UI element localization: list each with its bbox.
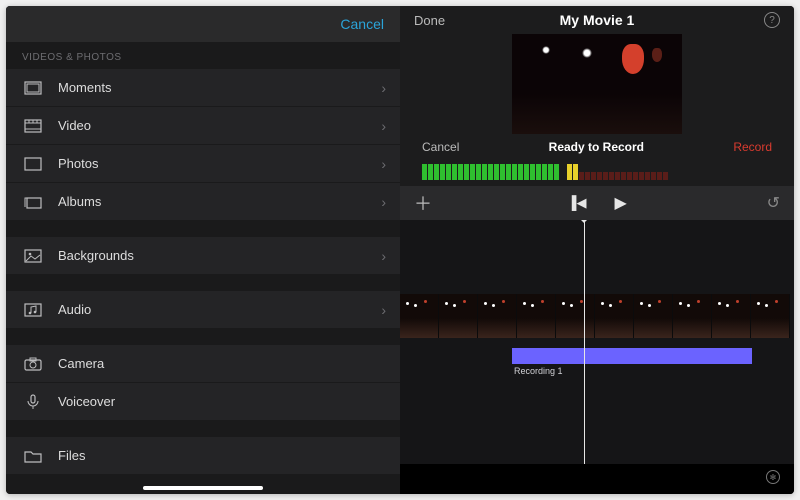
chevron-right-icon: › xyxy=(381,248,386,264)
menu-label: Files xyxy=(58,448,85,463)
chevron-right-icon: › xyxy=(381,118,386,134)
section-header-videos-photos: VIDEOS & PHOTOS xyxy=(6,42,400,69)
clip-thumbnail[interactable] xyxy=(673,294,712,338)
app-frame: Cancel VIDEOS & PHOTOS Moments › Video ›… xyxy=(6,6,794,494)
menu-item-audio[interactable]: Audio › xyxy=(6,291,400,329)
menu-label: Video xyxy=(58,118,91,133)
clip-thumbnail[interactable] xyxy=(400,294,439,338)
clip-settings-icon[interactable]: ✻ xyxy=(766,470,780,484)
divider xyxy=(6,329,400,345)
preview-light xyxy=(542,46,550,54)
clip-thumbnail[interactable] xyxy=(478,294,517,338)
chevron-right-icon: › xyxy=(381,80,386,96)
divider xyxy=(6,421,400,437)
menu-item-albums[interactable]: Albums › xyxy=(6,183,400,221)
menu-item-voiceover[interactable]: Voiceover xyxy=(6,383,400,421)
editor-header: Done My Movie 1 ? xyxy=(400,6,794,28)
audio-clip-recording[interactable] xyxy=(512,348,752,364)
video-icon xyxy=(22,119,44,133)
clip-thumbnail[interactable] xyxy=(517,294,556,338)
clip-thumbnail[interactable] xyxy=(712,294,751,338)
add-media-button[interactable]: ＋ xyxy=(414,190,432,216)
timeline[interactable]: Recording 1 xyxy=(400,220,794,464)
menu-label: Camera xyxy=(58,356,104,371)
clip-thumbnail[interactable] xyxy=(556,294,595,338)
clip-thumbnail[interactable] xyxy=(595,294,634,338)
record-status-text: Ready to Record xyxy=(549,140,644,154)
done-button[interactable]: Done xyxy=(414,13,445,28)
menu-label: Photos xyxy=(58,156,98,171)
menu-item-camera[interactable]: Camera xyxy=(6,345,400,383)
record-cancel-button[interactable]: Cancel xyxy=(422,140,459,154)
browser-header: Cancel xyxy=(6,6,400,42)
chevron-right-icon: › xyxy=(381,156,386,172)
divider xyxy=(6,275,400,291)
video-track[interactable] xyxy=(400,294,794,338)
menu-item-video[interactable]: Video › xyxy=(6,107,400,145)
moments-icon xyxy=(22,81,44,95)
menu-label: Audio xyxy=(58,302,91,317)
chevron-right-icon: › xyxy=(381,302,386,318)
audio-icon xyxy=(22,303,44,317)
home-indicator[interactable] xyxy=(143,486,263,490)
menu-label: Backgrounds xyxy=(58,248,134,263)
record-status-bar: Cancel Ready to Record Record xyxy=(400,134,794,154)
photos-icon xyxy=(22,157,44,171)
video-preview[interactable] xyxy=(512,34,682,134)
chevron-right-icon: › xyxy=(381,194,386,210)
playhead[interactable] xyxy=(584,220,585,464)
divider xyxy=(6,221,400,237)
undo-button[interactable]: ↺ xyxy=(767,193,780,213)
albums-icon xyxy=(22,195,44,209)
folder-icon xyxy=(22,449,44,463)
preview-lantern xyxy=(622,44,644,74)
menu-item-files[interactable]: Files xyxy=(6,437,400,475)
menu-item-backgrounds[interactable]: Backgrounds › xyxy=(6,237,400,275)
transport-bar: ＋ ▐◀ ▶ ↺ xyxy=(400,186,794,220)
cancel-button[interactable]: Cancel xyxy=(340,16,384,32)
menu-label: Albums xyxy=(58,194,101,209)
camera-icon xyxy=(22,357,44,371)
editor-footer: ✻ xyxy=(400,464,794,494)
clip-thumbnail[interactable] xyxy=(634,294,673,338)
menu-label: Voiceover xyxy=(58,394,115,409)
microphone-icon xyxy=(22,394,44,410)
record-button[interactable]: Record xyxy=(733,140,772,154)
clip-thumbnail[interactable] xyxy=(439,294,478,338)
backgrounds-icon xyxy=(22,249,44,263)
menu-item-photos[interactable]: Photos › xyxy=(6,145,400,183)
media-browser-panel: Cancel VIDEOS & PHOTOS Moments › Video ›… xyxy=(6,6,400,494)
audio-clip-label: Recording 1 xyxy=(514,366,563,376)
preview-lantern xyxy=(652,48,662,62)
menu-label: Moments xyxy=(58,80,111,95)
menu-item-moments[interactable]: Moments › xyxy=(6,69,400,107)
preview-area: Done My Movie 1 ? Cancel Ready to Record… xyxy=(400,6,794,186)
editor-panel: Done My Movie 1 ? Cancel Ready to Record… xyxy=(400,6,794,494)
clip-thumbnail[interactable] xyxy=(751,294,790,338)
project-title: My Movie 1 xyxy=(560,12,635,28)
go-to-start-button[interactable]: ▐◀ xyxy=(567,195,586,211)
preview-light xyxy=(582,48,592,58)
play-button[interactable]: ▶ xyxy=(614,193,626,213)
audio-level-meter xyxy=(400,154,794,180)
help-icon[interactable]: ? xyxy=(764,12,780,28)
